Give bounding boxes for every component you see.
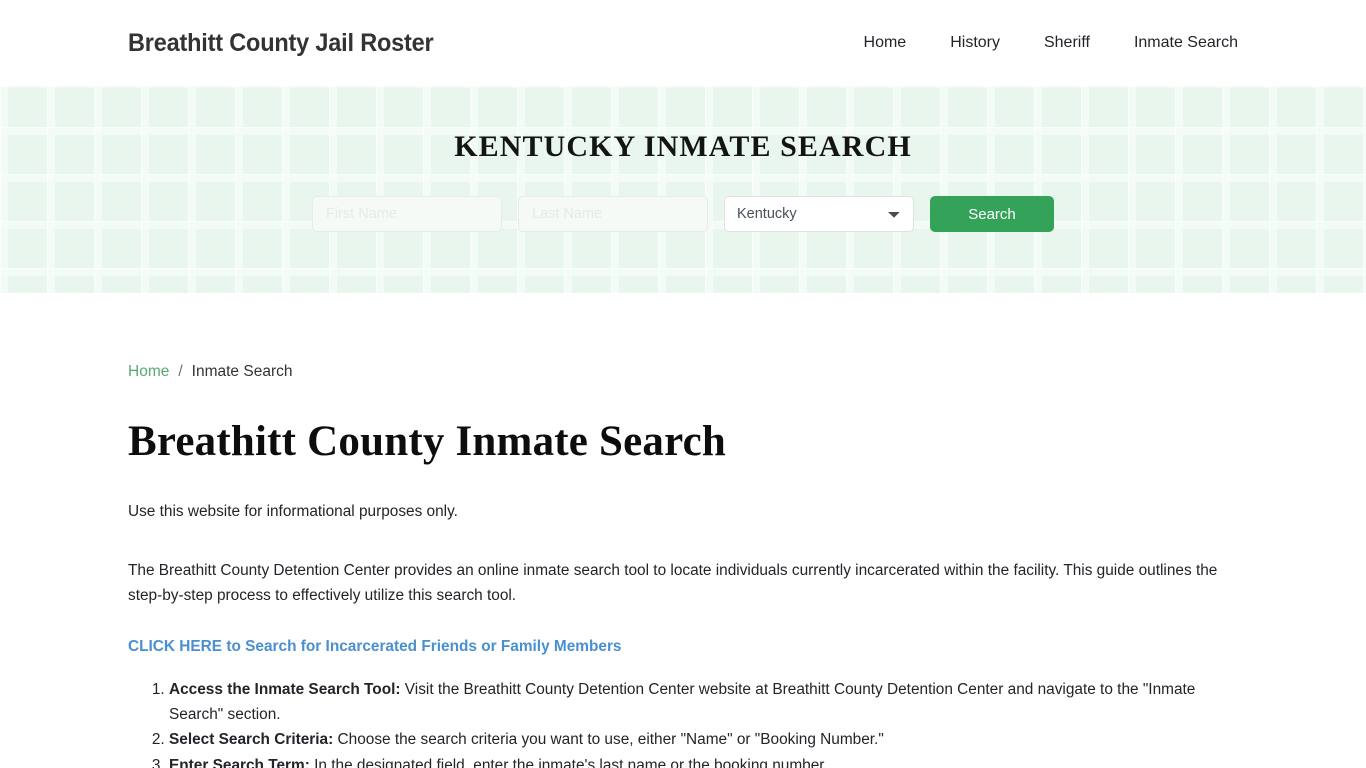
cta-search-link[interactable]: CLICK HERE to Search for Incarcerated Fr… bbox=[128, 638, 622, 656]
step-term: Select Search Criteria: bbox=[169, 731, 334, 749]
inmate-search-form: Kentucky Search bbox=[312, 196, 1054, 232]
list-item: Enter Search Term: In the designated fie… bbox=[169, 754, 1238, 768]
nav-item-history[interactable]: History bbox=[950, 26, 1000, 60]
nav-item-inmate-search[interactable]: Inmate Search bbox=[1134, 26, 1238, 60]
site-header: Breathitt County Jail Roster Home Histor… bbox=[0, 0, 1366, 86]
hero-title: KENTUCKY INMATE SEARCH bbox=[454, 130, 912, 163]
search-button[interactable]: Search bbox=[930, 196, 1054, 232]
intro-paragraph: Use this website for informational purpo… bbox=[128, 503, 458, 520]
main-content: Home / Inmate Search Breathitt County In… bbox=[0, 293, 1366, 768]
list-item: Select Search Criteria: Choose the searc… bbox=[169, 728, 1238, 753]
page-title: Breathitt County Inmate Search bbox=[128, 418, 727, 465]
step-term: Enter Search Term: bbox=[169, 756, 310, 768]
step-text: In the designated field, enter the inmat… bbox=[309, 756, 828, 768]
breadcrumb-current-page: Inmate Search bbox=[191, 363, 293, 380]
site-brand-logo[interactable]: Breathitt County Jail Roster bbox=[128, 29, 434, 58]
list-item: Access the Inmate Search Tool: Visit the… bbox=[169, 678, 1238, 727]
step-term: Access the Inmate Search Tool: bbox=[169, 680, 401, 698]
breadcrumb-separator: / bbox=[178, 363, 183, 380]
breadcrumb: Home / Inmate Search bbox=[128, 293, 1238, 381]
nav-item-sheriff[interactable]: Sheriff bbox=[1044, 26, 1090, 60]
breadcrumb-home-link[interactable]: Home bbox=[128, 363, 169, 381]
first-name-input[interactable] bbox=[312, 196, 502, 232]
nav-item-home[interactable]: Home bbox=[864, 26, 907, 60]
description-paragraph: The Breathitt County Detention Center pr… bbox=[128, 561, 1218, 604]
step-text: Choose the search criteria you want to u… bbox=[333, 731, 884, 749]
last-name-input[interactable] bbox=[518, 196, 708, 232]
steps-list: Access the Inmate Search Tool: Visit the… bbox=[128, 678, 1238, 768]
state-select[interactable]: Kentucky bbox=[724, 196, 914, 232]
hero-search-section: KENTUCKY INMATE SEARCH Kentucky Search bbox=[0, 86, 1366, 293]
main-navigation: Home History Sheriff Inmate Search bbox=[864, 26, 1238, 60]
